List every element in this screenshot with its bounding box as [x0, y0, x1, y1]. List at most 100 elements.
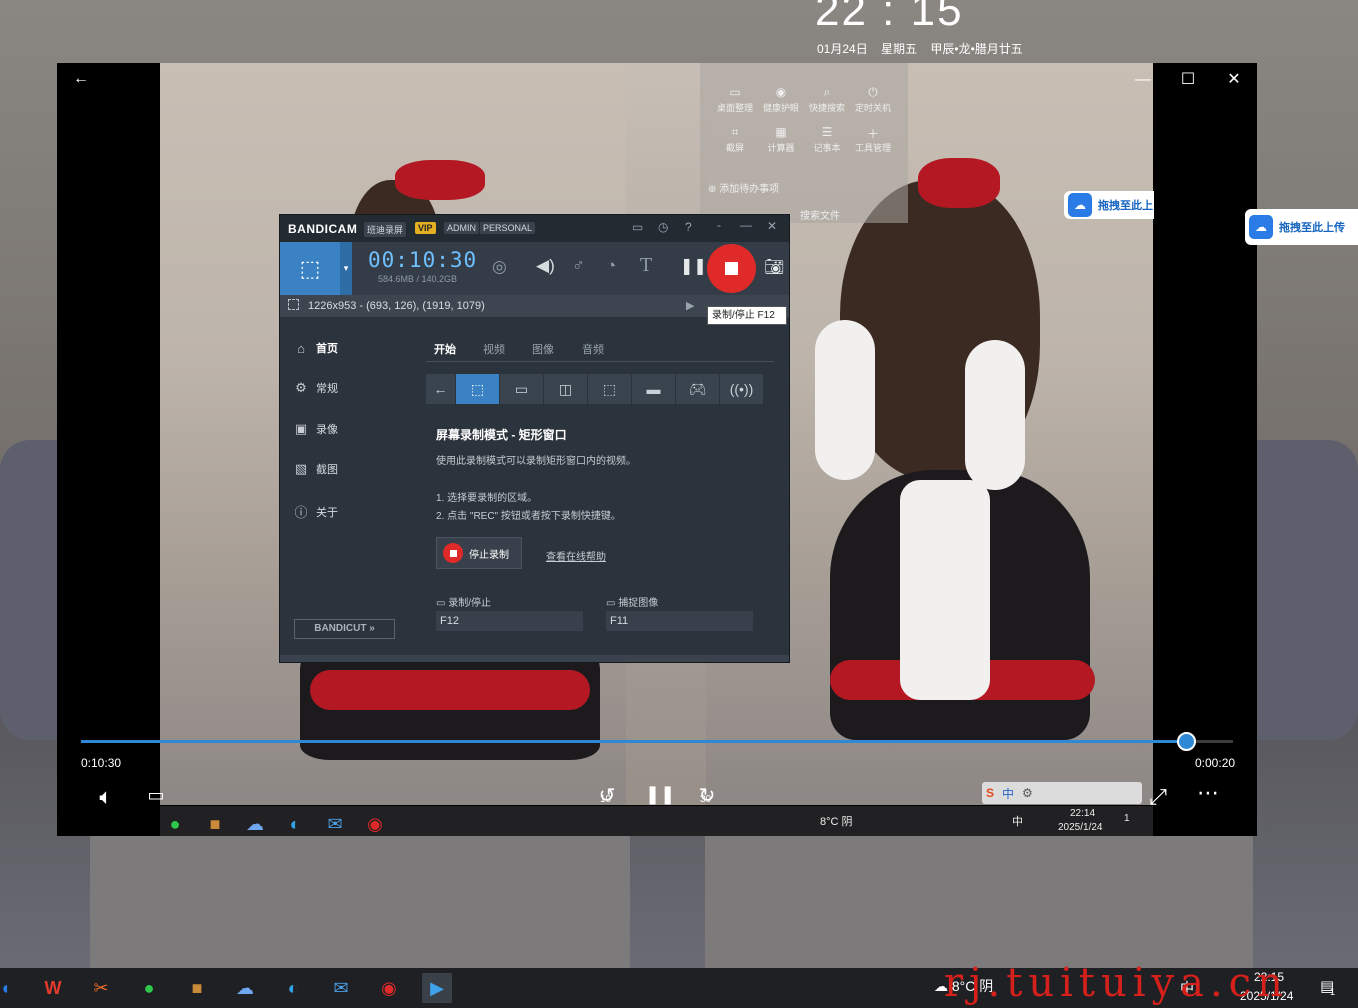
hotkey-record-field[interactable]: F12: [436, 611, 583, 631]
tab-video[interactable]: 视频: [483, 341, 505, 357]
quick-tools-panel: ▭ 桌面整理 ◉ 健康护眼 ⌕ 快捷搜索 ⏻ 定时关机 ⌗ 截屏 ▦ 计算器 ☰ 记事本 ＋ 工…: [700, 63, 908, 223]
edge-icon: ◐: [289, 813, 301, 834]
back-button[interactable]: ←: [58, 64, 104, 94]
mode-rectangle-button[interactable]: ⬚: [456, 374, 500, 404]
wechat-icon[interactable]: ●: [134, 973, 164, 1003]
quick-tool-manage[interactable]: ＋ 工具管理: [850, 125, 896, 154]
maximize-button[interactable]: ☐: [1165, 65, 1211, 95]
box-icon: ■: [209, 813, 221, 834]
mode-back-button[interactable]: ←: [426, 374, 456, 404]
mail-icon[interactable]: ✉: [326, 973, 356, 1003]
mode-game-button[interactable]: 🎮︎: [676, 374, 720, 404]
pause-button[interactable]: ❚❚: [645, 784, 675, 805]
close-button[interactable]: ✕: [767, 219, 777, 233]
quick-tool-notepad[interactable]: ☰ 记事本: [804, 125, 850, 154]
search-file-link[interactable]: 搜索文件: [800, 207, 840, 222]
webcam-icon[interactable]: ◎: [492, 257, 507, 277]
sidebar-item-label: 截图: [316, 464, 338, 476]
tab-audio[interactable]: 音频: [582, 341, 604, 357]
plus-icon: ＋: [866, 127, 879, 141]
video-figure-skirt-left: [310, 670, 590, 710]
quick-tool-eye[interactable]: ◉ 健康护眼: [758, 85, 804, 114]
background-floor-left: [90, 836, 630, 968]
compact-button[interactable]: -: [717, 218, 721, 232]
quick-tool-calculator[interactable]: ▦ 计算器: [758, 125, 804, 154]
pause-button[interactable]: ❚❚: [680, 256, 707, 276]
baidu-upload-label: 拖拽至此上传: [1279, 222, 1345, 234]
quick-tool-power[interactable]: ⏻ 定时关机: [850, 85, 896, 114]
rewind-label: 10: [600, 794, 612, 805]
quick-tool-label: 快捷搜索: [808, 103, 845, 113]
text-overlay-icon[interactable]: T: [640, 255, 652, 276]
more-button[interactable]: ⋯: [1195, 780, 1221, 806]
close-button[interactable]: ✕: [1211, 65, 1257, 95]
tab-image[interactable]: 图像: [532, 341, 554, 357]
baidu-netdisk-icon[interactable]: ☁: [230, 973, 260, 1003]
stop-recording-button[interactable]: 停止录制: [436, 537, 522, 569]
background-floor-right: [705, 836, 1253, 968]
hdmi-icon: ▬: [646, 381, 661, 397]
video-player-app-icon[interactable]: ▶: [422, 973, 452, 1003]
video-record-icon[interactable]: ▶︎: [686, 299, 694, 312]
minimize-button[interactable]: —: [1120, 65, 1166, 95]
mode-dropdown-button[interactable]: ▾: [340, 242, 352, 295]
tab-divider: [426, 361, 774, 362]
sidebar-item-home[interactable]: ⌂ 首页: [294, 340, 338, 356]
mail-icon: ✉: [327, 813, 343, 834]
rewind-button[interactable]: ↺ 10: [592, 782, 622, 808]
baidu-upload-badge-small[interactable]: ☁ 拖拽至此上: [1064, 191, 1154, 219]
mode-region-button[interactable]: ⬚: [588, 374, 632, 404]
inner-ime: 中: [1012, 816, 1023, 828]
mode-hdmi-button[interactable]: ▬: [632, 374, 676, 404]
quick-tool-desktop[interactable]: ▭ 桌面整理: [712, 85, 758, 114]
video-figure-bow-right: [918, 158, 1000, 208]
scissors-icon[interactable]: ✂: [86, 973, 116, 1003]
stop-record-button[interactable]: [707, 244, 756, 293]
subtitle-button[interactable]: ▭: [143, 785, 169, 806]
box-icon[interactable]: ■: [182, 973, 212, 1003]
help-icon[interactable]: ?: [685, 220, 692, 234]
progress-knob[interactable]: [1176, 732, 1196, 751]
mouse-icon[interactable]: ◔: [606, 256, 616, 276]
sidebar-item-screenshot[interactable]: ▧ 截图: [294, 461, 338, 477]
quick-tools-row-2: ⌗ 截屏 ▦ 计算器 ☰ 记事本 ＋ 工具管理: [712, 125, 896, 154]
minimize-button[interactable]: —: [740, 218, 752, 232]
sidebar-item-general[interactable]: ⚙ 常规: [294, 380, 338, 396]
speaker-icon[interactable]: ◀︎): [536, 256, 555, 276]
add-todo-link[interactable]: ⊕ 添加待办事项: [708, 180, 779, 195]
record-app-icon[interactable]: ◉: [374, 973, 404, 1003]
remaining-time: 0:00:20: [1195, 756, 1236, 770]
sidebar-item-video[interactable]: ▣ 录像: [294, 421, 338, 437]
quick-tool-crop[interactable]: ⌗ 截屏: [712, 125, 758, 154]
edge-icon[interactable]: ◐: [278, 973, 308, 1003]
lockscreen-date: 01月24日 星期五 甲辰•龙•腊月廿五: [817, 42, 1023, 56]
mode-window-button[interactable]: ◫: [544, 374, 588, 404]
quick-tool-search[interactable]: ⌕ 快捷搜索: [804, 85, 850, 114]
hotkey-capture-field[interactable]: F11: [606, 611, 753, 631]
camera-icon[interactable]: 📷︎: [764, 257, 784, 277]
folder-icon[interactable]: ▭: [632, 220, 643, 234]
bandicut-button[interactable]: BANDICUT »: [294, 619, 395, 639]
microphone-icon[interactable]: ♂: [572, 256, 585, 276]
tab-start[interactable]: 开始: [434, 341, 456, 357]
sidebar-item-about[interactable]: ⓘ 关于: [294, 502, 338, 521]
mode-fullscreen-button[interactable]: ▭: [500, 374, 544, 404]
rectangle-select-icon: ⬚: [470, 380, 485, 397]
step-2: 2. 点击 "REC" 按钮或者按下录制快捷键。: [436, 511, 621, 522]
rectangle-mode-button[interactable]: ⬚: [280, 242, 340, 295]
ime-toolbar[interactable]: S 中 ⚙: [982, 782, 1142, 804]
wps-icon[interactable]: W: [38, 973, 68, 1003]
region-select-icon: [288, 299, 299, 310]
inner-weather: 8°C 阴: [820, 816, 853, 828]
baidu-upload-badge[interactable]: ☁ 拖拽至此上传: [1245, 209, 1358, 245]
volume-button[interactable]: 🔈︎: [93, 784, 119, 810]
forward-button[interactable]: ↻ 30: [692, 782, 722, 808]
recording-size: 584.6MB / 140.2GB: [378, 274, 458, 284]
online-help-link[interactable]: 查看在线帮助: [546, 548, 606, 563]
bandicam-toolbar: ⬚ ▾ 00:10:30 584.6MB / 140.2GB ◎ ◀︎) ♂ ◔…: [280, 242, 789, 295]
start-icon[interactable]: ◖: [0, 973, 20, 1003]
mode-audio-button[interactable]: ((•)): [720, 374, 764, 404]
quick-tool-label: 记事本: [813, 143, 841, 153]
step-1: 1. 选择要录制的区域。: [436, 493, 538, 504]
clock-icon[interactable]: ◷: [658, 220, 668, 234]
